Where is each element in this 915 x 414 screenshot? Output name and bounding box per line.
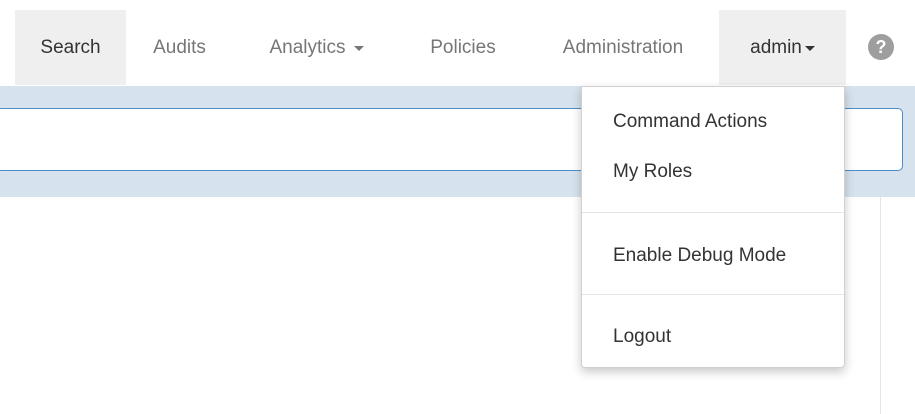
caret-down-icon [804,46,815,51]
menu-divider [582,294,844,295]
nav-analytics-label: Analytics [269,36,346,58]
nav-search-label: Search [40,36,101,58]
top-navbar: Search Audits Analytics Policies Adminis… [0,0,915,86]
menu-item-enable-debug-mode[interactable]: Enable Debug Mode [582,238,844,274]
user-dropdown-menu: Command Actions My Roles Enable Debug Mo… [581,86,845,368]
nav-audits[interactable]: Audits [134,10,225,85]
menu-item-command-actions[interactable]: Command Actions [582,104,844,140]
nav-administration[interactable]: Administration [536,10,710,85]
nav-administration-label: Administration [562,36,684,58]
user-menu-toggle[interactable]: admin [719,10,846,85]
menu-item-logout[interactable]: Logout [582,319,844,355]
menu-item-my-roles[interactable]: My Roles [582,154,844,190]
user-menu-label: admin [750,36,802,58]
caret-down-icon [353,46,364,51]
nav-analytics-dropdown[interactable]: Analytics [245,10,388,85]
help-icon-glyph: ? [875,37,887,57]
nav-policies-label: Policies [430,36,496,58]
menu-divider [582,212,844,213]
nav-audits-label: Audits [153,36,206,58]
content-divider [880,197,881,414]
nav-policies[interactable]: Policies [410,10,516,85]
help-icon[interactable]: ? [868,34,894,60]
nav-search[interactable]: Search [15,10,126,85]
